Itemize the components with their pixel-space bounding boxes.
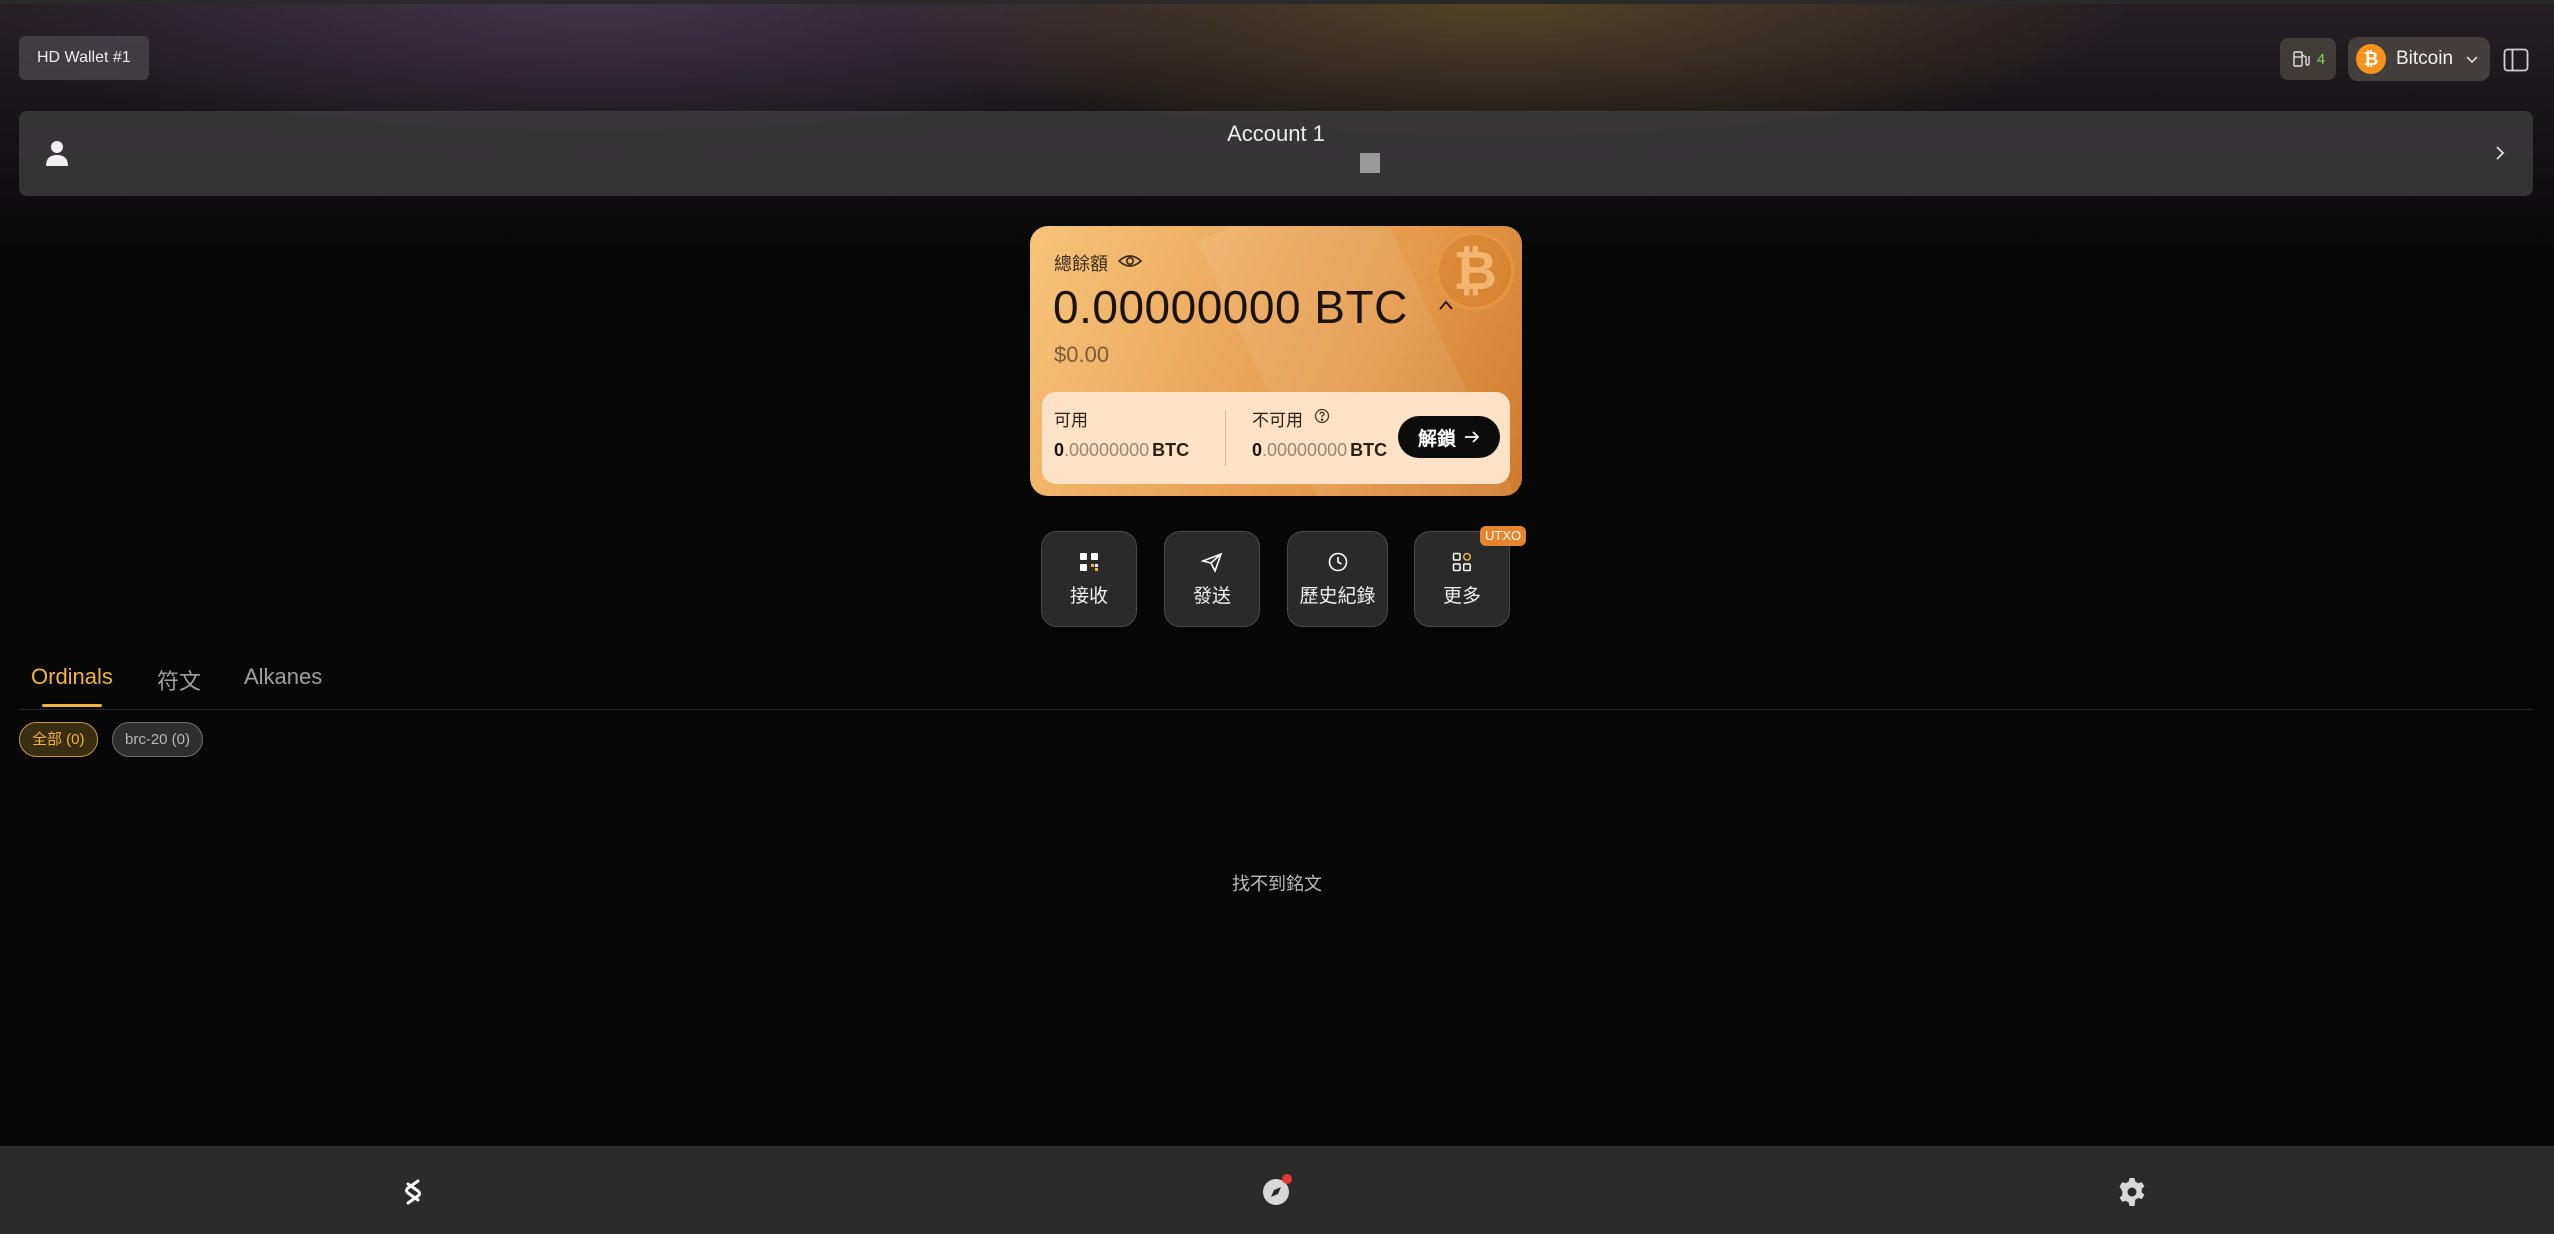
receive-button[interactable]: 接收: [1041, 531, 1137, 627]
tab-alkanes[interactable]: Alkanes: [244, 664, 322, 690]
network-name: Bitcoin: [2396, 48, 2454, 69]
active-tab-indicator: [42, 704, 102, 707]
balance-card: ₿ 總餘額 0.00000000 BTC $0.00 可用 0.00000000…: [1030, 226, 1522, 496]
gas-pump-icon: [2293, 51, 2310, 67]
unlock-button[interactable]: 解鎖: [1398, 416, 1500, 458]
apps-icon: [1452, 552, 1472, 571]
tab-divider: [19, 709, 2533, 710]
chevron-down-icon: [2466, 56, 2478, 64]
bitcoin-icon: ₿: [2356, 44, 2386, 74]
more-label: 更多: [1442, 585, 1481, 607]
unavailable-unit: BTC: [1350, 440, 1388, 460]
gas-fee-button[interactable]: 4: [2280, 38, 2336, 80]
qr-code-icon: [1080, 552, 1098, 571]
available-amount: 0.00000000 BTC: [1054, 440, 1189, 461]
total-balance-amount: 0.00000000 BTC: [1053, 281, 1408, 333]
wallet-app: HD Wallet #1 4 ₿ Bitcoin Account 1 ₿ 總餘額…: [0, 0, 2554, 1234]
bottom-nav: [0, 1146, 2554, 1234]
history-button[interactable]: 歷史紀錄: [1287, 531, 1388, 627]
available-label: 可用: [1054, 411, 1088, 430]
unavailable-amount: 0.00000000 BTC: [1252, 440, 1387, 461]
account-selector[interactable]: Account 1: [19, 111, 2533, 196]
tab-runes[interactable]: 符文: [157, 664, 201, 696]
receive-label: 接收: [1069, 585, 1108, 607]
account-name: Account 1: [1227, 121, 1325, 146]
nav-wallet[interactable]: [393, 1172, 433, 1212]
filter-all[interactable]: 全部 (0): [19, 722, 98, 757]
chevron-up-icon[interactable]: [1437, 298, 1455, 312]
send-label: 發送: [1192, 585, 1231, 607]
send-icon: [1201, 552, 1223, 573]
available-dec: .00000000: [1064, 440, 1150, 460]
available-int: 0: [1054, 440, 1065, 460]
usd-value: $0.00: [1054, 342, 1110, 367]
eye-icon[interactable]: [1118, 252, 1142, 270]
arrow-right-icon: [1465, 431, 1480, 443]
nav-settings[interactable]: [2112, 1172, 2152, 1212]
unlock-label: 解鎖: [1417, 428, 1456, 450]
unavailable-label: 不可用: [1252, 411, 1303, 430]
notification-dot: [1282, 1174, 1292, 1184]
tab-ordinals[interactable]: Ordinals: [31, 664, 113, 690]
clock-icon: [1328, 552, 1347, 571]
sidebar-toggle-icon[interactable]: [2503, 48, 2529, 72]
balance-breakdown: 可用 0.00000000 BTC 不可用 0.00000000 BTC 解鎖: [1042, 392, 1510, 484]
wallet-selector[interactable]: HD Wallet #1: [19, 36, 149, 80]
utxo-badge: UTXO: [1480, 526, 1527, 546]
settings-icon: [2119, 1178, 2145, 1206]
unavailable-int: 0: [1252, 440, 1263, 460]
account-avatar: [1360, 153, 1380, 173]
chevron-right-icon: [2496, 146, 2505, 160]
nav-explore[interactable]: [1256, 1172, 1296, 1212]
empty-state-message: 找不到銘文: [1232, 874, 1322, 894]
divider: [1225, 410, 1226, 466]
total-balance-label: 總餘額: [1054, 254, 1108, 274]
network-selector[interactable]: ₿ Bitcoin: [2348, 37, 2490, 81]
send-button[interactable]: 發送: [1164, 531, 1260, 627]
wallet-icon: [405, 1179, 421, 1205]
history-label: 歷史紀錄: [1299, 585, 1376, 607]
unavailable-dec: .00000000: [1262, 440, 1348, 460]
available-unit: BTC: [1152, 440, 1190, 460]
gas-count: 4: [2316, 50, 2326, 68]
help-icon[interactable]: [1314, 408, 1330, 424]
filter-brc20[interactable]: brc-20 (0): [112, 722, 204, 757]
